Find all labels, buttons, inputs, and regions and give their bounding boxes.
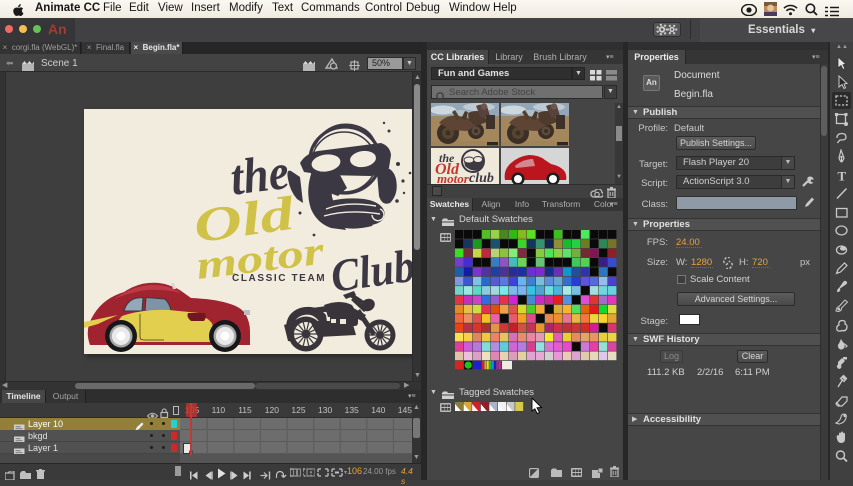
svg-text:CLASSIC TEAM: CLASSIC TEAM bbox=[232, 273, 326, 284]
svg-text:Club: Club bbox=[328, 240, 414, 302]
svg-text:motor: motor bbox=[437, 171, 470, 184]
svg-text:T: T bbox=[838, 168, 847, 183]
